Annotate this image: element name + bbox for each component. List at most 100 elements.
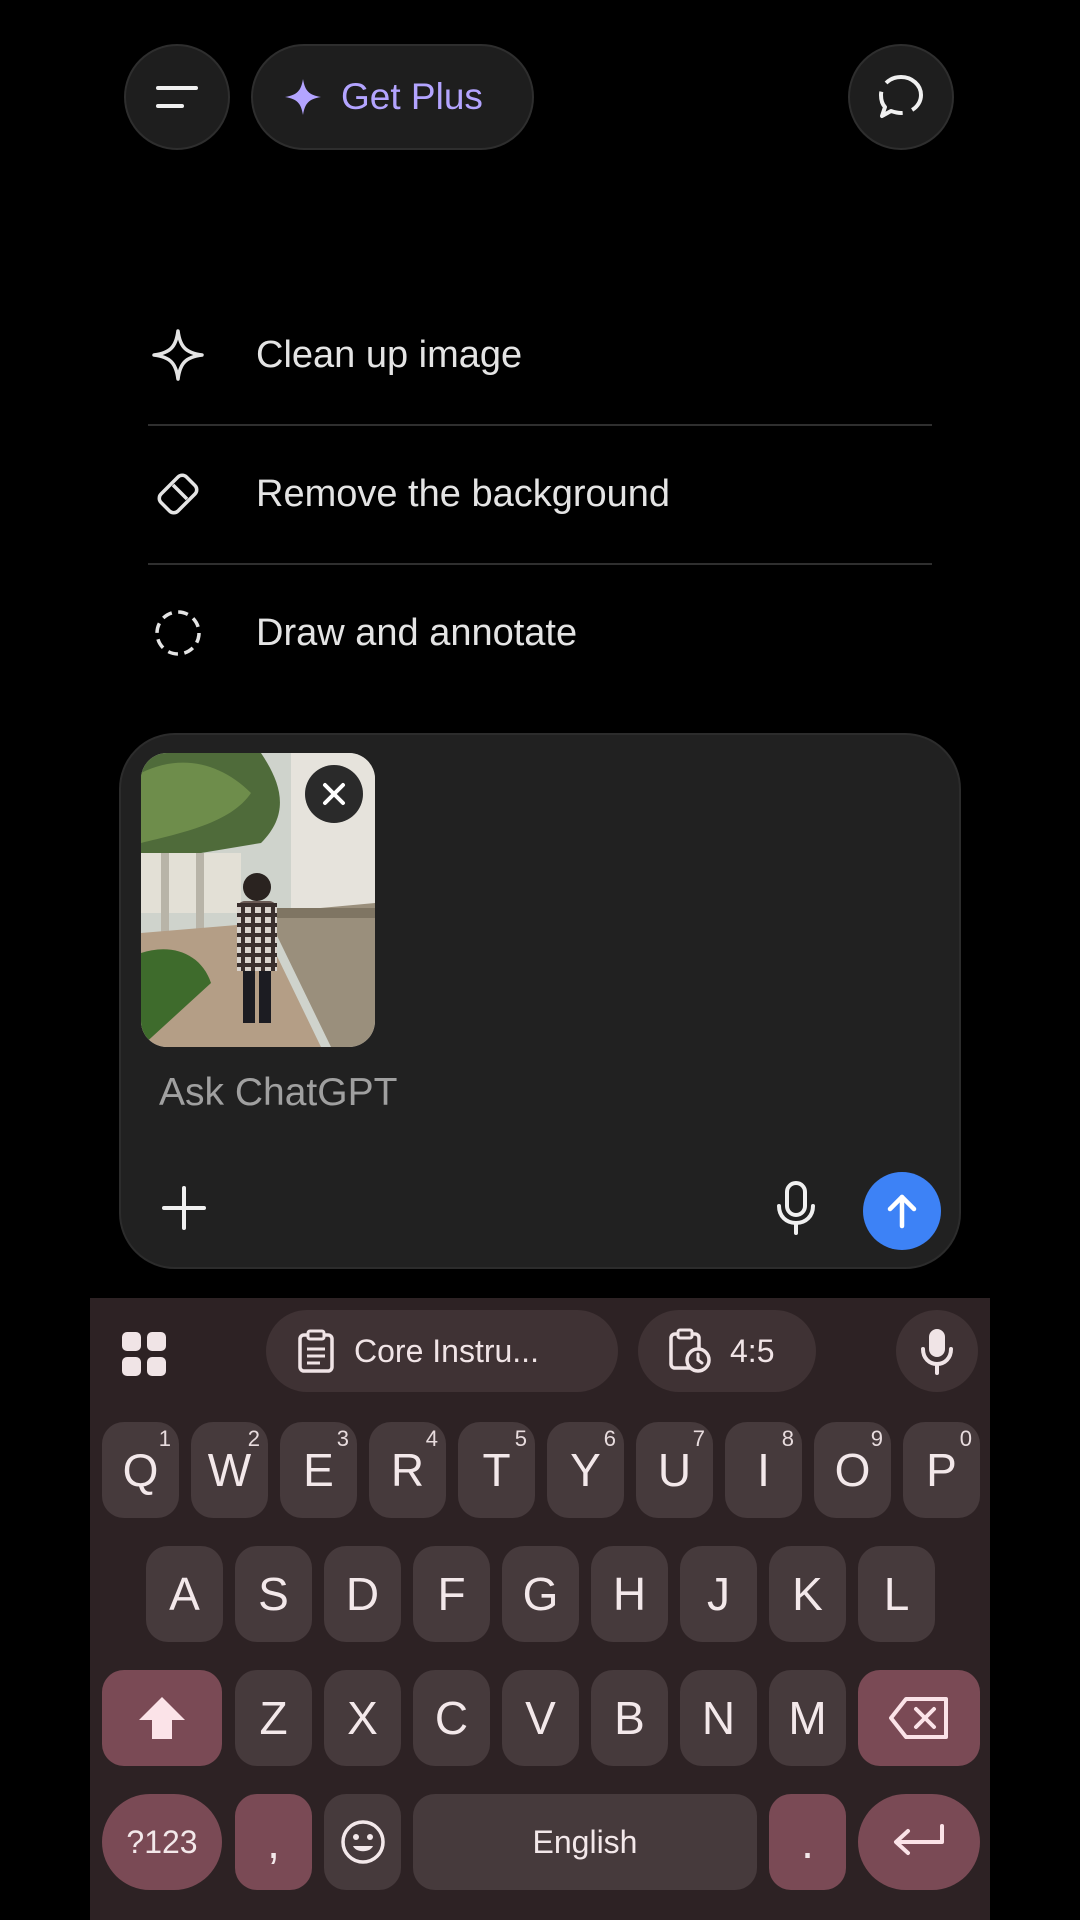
key-k[interactable]: K (769, 1546, 846, 1642)
key-label: Q (122, 1444, 159, 1496)
key-hint: 2 (247, 1426, 260, 1451)
key-g[interactable]: G (502, 1546, 579, 1642)
plus-icon (162, 1186, 206, 1230)
key-label: B (614, 1692, 645, 1744)
key-j[interactable]: J (680, 1546, 757, 1642)
key-hint: 0 (959, 1426, 972, 1451)
key-hint: 3 (336, 1426, 349, 1451)
key-t[interactable]: T5 (458, 1422, 535, 1518)
key-label: O (834, 1444, 871, 1496)
key-d[interactable]: D (324, 1546, 401, 1642)
dictate-button[interactable] (761, 1173, 831, 1243)
key-c[interactable]: C (413, 1670, 490, 1766)
key-label: L (883, 1568, 910, 1620)
key-r[interactable]: R4 (369, 1422, 446, 1518)
get-plus-button[interactable]: Get Plus (251, 44, 534, 150)
key-label: F (437, 1568, 466, 1620)
add-attachment-button[interactable] (149, 1173, 219, 1243)
key-b[interactable]: B (591, 1670, 668, 1766)
enter-key[interactable] (858, 1794, 980, 1890)
ask-chatgpt-input[interactable] (159, 1053, 859, 1133)
key-label: ?123 (126, 1823, 198, 1860)
symbols-key[interactable]: ?123 (102, 1794, 222, 1890)
voice-input-button[interactable] (896, 1310, 978, 1392)
chip-label: Core Instru... (354, 1332, 539, 1369)
key-label: T (482, 1444, 511, 1496)
key-a[interactable]: A (146, 1546, 223, 1642)
key-h[interactable]: H (591, 1546, 668, 1642)
key-label: S (258, 1568, 289, 1620)
emoji-key[interactable] (324, 1794, 401, 1890)
key-label: X (347, 1692, 378, 1744)
close-icon (323, 783, 345, 805)
key-label: Z (259, 1692, 288, 1744)
key-label: W (207, 1444, 252, 1496)
apps-grid-icon[interactable] (120, 1330, 168, 1378)
send-button[interactable] (863, 1172, 941, 1250)
period-key[interactable]: . (769, 1794, 846, 1890)
key-label: C (434, 1692, 469, 1744)
key-u[interactable]: U7 (636, 1422, 713, 1518)
key-hint: 6 (603, 1426, 616, 1451)
key-label: , (267, 1816, 280, 1868)
backspace-icon (889, 1697, 948, 1739)
chip-label: 4:5 (730, 1332, 775, 1369)
backspace-key[interactable] (858, 1670, 980, 1766)
key-label: P (926, 1444, 957, 1496)
key-label: Y (570, 1444, 601, 1496)
suggestion-remove-background[interactable]: Remove the background (148, 425, 932, 563)
key-w[interactable]: W2 (191, 1422, 268, 1518)
key-hint: 1 (158, 1426, 171, 1451)
shift-key[interactable] (102, 1670, 222, 1766)
sparkle-icon (148, 325, 208, 385)
key-hint: 5 (514, 1426, 527, 1451)
key-p[interactable]: P0 (903, 1422, 980, 1518)
get-plus-label: Get Plus (341, 76, 483, 117)
comma-key[interactable]: , (235, 1794, 312, 1890)
key-label: N (701, 1692, 736, 1744)
key-n[interactable]: N (680, 1670, 757, 1766)
key-m[interactable]: M (769, 1670, 846, 1766)
key-y[interactable]: Y6 (547, 1422, 624, 1518)
clipboard-suggestion-chip[interactable]: Core Instru... (266, 1310, 618, 1392)
suggestion-draw-annotate[interactable]: Draw and annotate (148, 564, 932, 702)
key-label: I (757, 1444, 770, 1496)
key-label: E (303, 1444, 334, 1496)
key-v[interactable]: V (502, 1670, 579, 1766)
key-label: English (532, 1823, 638, 1860)
enter-arrow-icon (894, 1824, 944, 1855)
key-x[interactable]: X (324, 1670, 401, 1766)
key-l[interactable]: L (858, 1546, 935, 1642)
new-chat-button[interactable] (848, 44, 954, 150)
key-label: V (525, 1692, 556, 1744)
space-key[interactable]: English (413, 1794, 757, 1890)
suggestion-label: Draw and annotate (256, 611, 578, 654)
key-i[interactable]: I8 (725, 1422, 802, 1518)
key-label: G (522, 1568, 559, 1620)
eraser-icon (148, 464, 208, 524)
suggestion-label: Remove the background (256, 472, 671, 515)
key-label: R (390, 1444, 425, 1496)
microphone-icon (921, 1329, 953, 1375)
key-s[interactable]: S (235, 1546, 312, 1642)
microphone-icon (777, 1181, 815, 1235)
key-label: M (788, 1692, 827, 1744)
suggestion-label: Clean up image (256, 333, 523, 376)
key-hint: 8 (781, 1426, 794, 1451)
emoji-icon (340, 1820, 385, 1864)
remove-attachment-button[interactable] (305, 765, 363, 823)
menu-icon (156, 86, 198, 108)
sparkle-icon (285, 79, 321, 115)
key-label: K (792, 1568, 823, 1620)
dashed-circle-icon (148, 603, 208, 663)
key-f[interactable]: F (413, 1546, 490, 1642)
suggestion-clean-up-image[interactable]: Clean up image (148, 286, 932, 424)
key-e[interactable]: E3 (280, 1422, 357, 1518)
menu-button[interactable] (124, 44, 230, 150)
clipboard-icon (298, 1329, 334, 1373)
on-screen-keyboard: Core Instru... 4:5 Q1 W2 E3 R4 T5 Y6 U7 … (90, 1298, 990, 1920)
key-q[interactable]: Q1 (102, 1422, 179, 1518)
key-z[interactable]: Z (235, 1670, 312, 1766)
key-o[interactable]: O9 (814, 1422, 891, 1518)
clipboard-time-chip[interactable]: 4:5 (638, 1310, 816, 1392)
